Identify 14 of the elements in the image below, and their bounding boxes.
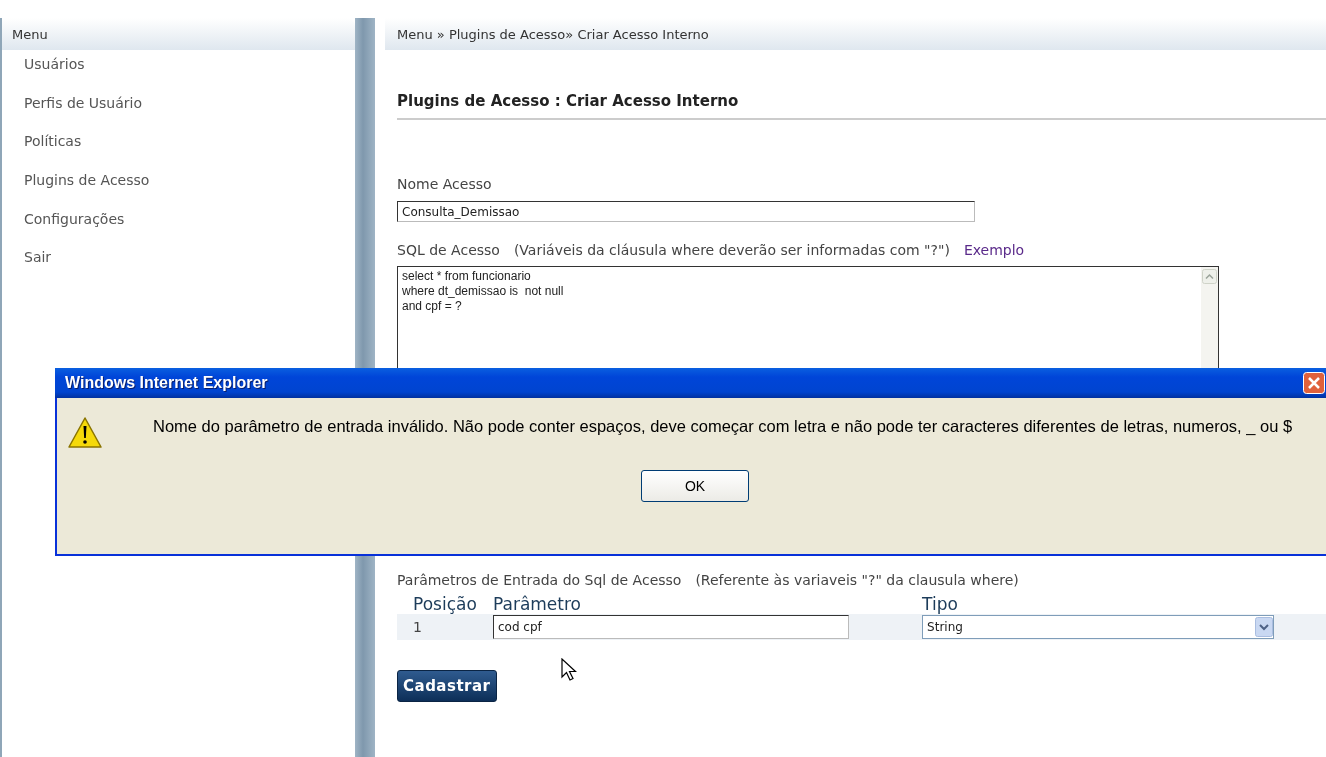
field-hint: (Variáveis da cláusula where deverão ser informadas com "?") (513, 242, 950, 258)
field-label: SQL de Acesso (397, 242, 500, 258)
position-cell: 1 (413, 619, 422, 635)
section-hint: (Referente às variaveis "?" da clausula where) (695, 572, 1019, 588)
breadcrumb: Menu » Plugins de Acesso» Criar Acesso Interno (385, 18, 1326, 50)
column-header: Parâmetro (493, 594, 581, 614)
column-header: Tipo (922, 594, 958, 614)
page-title: Plugins de Acesso : Criar Acesso Interno (397, 92, 1326, 120)
section-label: Parâmetros de Entrada do Sql de Acesso (397, 572, 682, 588)
dialog-message: Nome do parâmetro de entrada inválido. Não pode conter espaços, deve começar com letra e não pode ter caracteres diferentes de letras, numeros, _ ou $ (153, 416, 1294, 437)
column-header: Posição (413, 594, 477, 614)
dialog-title: Windows Internet Explorer (65, 374, 268, 392)
sidebar-header: Menu (2, 18, 355, 50)
field-label: Nome Acesso (397, 176, 492, 192)
